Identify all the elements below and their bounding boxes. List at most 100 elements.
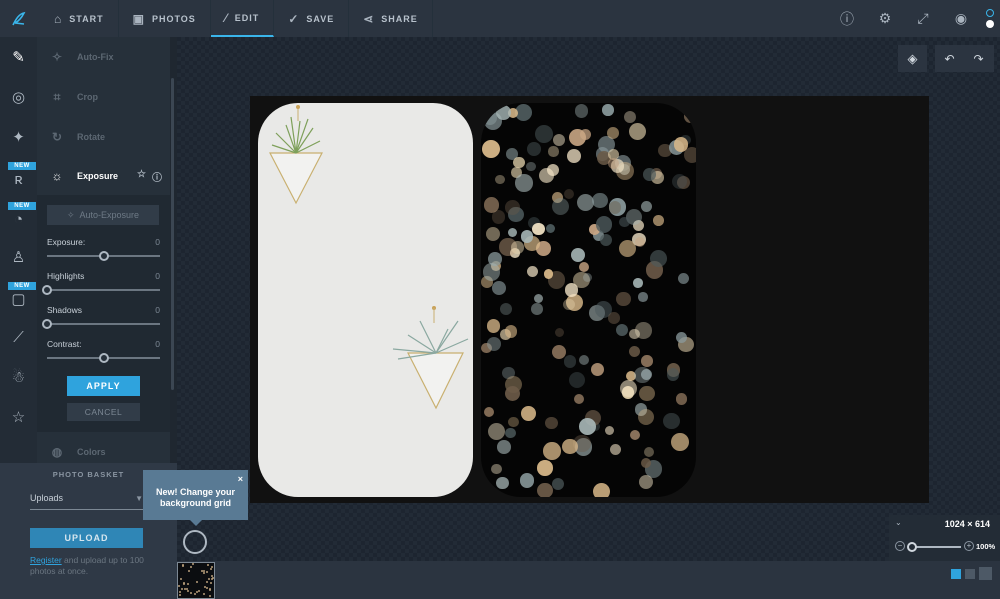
register-prompt: Register and upload up to 100 photos at … [30, 555, 148, 577]
contrast-slider[interactable]: Contrast: 0 [47, 339, 160, 363]
slider-track[interactable] [47, 251, 160, 261]
bokeh-light [578, 417, 596, 435]
account-icon[interactable]: ◉ [942, 10, 980, 27]
bokeh-light [504, 325, 518, 339]
help-icon[interactable]: ⓘ [828, 9, 866, 29]
layers-button[interactable]: ◈ [898, 45, 927, 72]
panel-scrollbar[interactable] [171, 78, 174, 390]
draw-line-icon[interactable]: ⟋ [0, 322, 37, 352]
zoom-in-icon[interactable]: + [964, 541, 974, 551]
thumbnail-speck [181, 565, 184, 568]
bokeh-light [643, 168, 656, 181]
thumbnail-speck [209, 594, 212, 597]
edit-pencil-icon[interactable]: ✎ [0, 42, 37, 72]
slider-knob[interactable] [98, 353, 109, 363]
nav-start[interactable]: ⌂ START [40, 0, 119, 37]
view-medium-icon[interactable] [965, 569, 975, 579]
zoom-slider-track[interactable] [911, 546, 961, 548]
photo-tray [177, 561, 1000, 599]
bokeh-light [543, 269, 554, 279]
thumbnail-speck [209, 567, 212, 570]
bokeh-light [545, 416, 558, 430]
home-icon: ⌂ [54, 11, 63, 26]
shadows-slider[interactable]: Shadows 0 [42, 305, 160, 329]
image-canvas[interactable] [250, 96, 929, 503]
tool-exposure[interactable]: ☼ Exposure ☆ ⓘ [37, 162, 170, 190]
thumbnail-speck [179, 593, 182, 596]
bokeh-light [573, 393, 584, 404]
undo-icon[interactable]: ↶ [935, 45, 964, 72]
nav-edit[interactable]: ⁄ EDIT [210, 0, 275, 37]
bokeh-light [554, 327, 564, 337]
slider-knob[interactable] [42, 319, 52, 329]
bokeh-light [592, 483, 610, 497]
exposure-controls: ✧ Auto-Exposure Exposure: 0 Highlights 0 S… [37, 195, 170, 432]
exposure-slider-value: 0 [155, 237, 160, 247]
bokeh-light [639, 474, 654, 489]
favorites-star-icon[interactable]: ☆ [0, 402, 37, 432]
bokeh-light [535, 125, 554, 144]
thumbnail-speck [210, 582, 213, 585]
nav-photos-label: PHOTOS [151, 13, 196, 24]
stamp-icon[interactable]: ♙ [0, 242, 37, 272]
zoom-slider-knob[interactable] [907, 542, 917, 552]
slider-track[interactable] [47, 353, 160, 363]
favorite-star-icon[interactable]: ☆ [137, 169, 146, 184]
nav-photos[interactable]: ▣ PHOTOS [119, 0, 211, 37]
view-large-icon[interactable] [979, 567, 992, 580]
nav-start-label: START [69, 13, 104, 24]
info-icon[interactable]: ⓘ [152, 169, 162, 184]
bokeh-light [638, 292, 648, 302]
slider-knob[interactable] [98, 251, 109, 261]
nav-share[interactable]: ⋖ SHARE [349, 0, 433, 37]
effects-wand-icon[interactable]: ✦ [0, 122, 37, 152]
slider-knob[interactable] [42, 285, 52, 295]
basket-source-value: Uploads [30, 493, 64, 503]
bokeh-light [486, 336, 502, 352]
bokeh-light [639, 385, 655, 402]
auto-exposure-button[interactable]: ✧ Auto-Exposure [47, 205, 159, 225]
thumbnail-speck [180, 578, 183, 581]
bokeh-light [641, 355, 653, 367]
bokeh-light [641, 201, 653, 213]
settings-gear-icon[interactable]: ⚙ [866, 10, 904, 27]
slider-track[interactable] [42, 285, 160, 295]
photo-thumbnail[interactable] [177, 562, 215, 599]
nav-save[interactable]: ✓ SAVE [274, 0, 350, 37]
redo-icon[interactable]: ↷ [964, 45, 993, 72]
theme-toggle[interactable] [980, 9, 1000, 28]
view-small-icon[interactable] [951, 569, 961, 579]
tool-crop[interactable]: ⌗ Crop [37, 83, 170, 111]
image-dimensions: 1024 × 614 [944, 519, 990, 529]
slider-track[interactable] [42, 319, 160, 329]
tool-auto-fix[interactable]: ✧ Auto-Fix [37, 43, 170, 71]
bokeh-light [609, 443, 621, 455]
bokeh-light [629, 346, 641, 358]
register-link[interactable]: Register [30, 555, 62, 565]
exposure-slider[interactable]: Exposure: 0 [47, 237, 160, 261]
adjust-dial-icon[interactable]: ◎ [0, 82, 37, 112]
seasonal-snowman-icon[interactable]: ☃ [0, 362, 37, 392]
nav-share-label: SHARE [381, 13, 418, 24]
top-right-tools: ⓘ ⚙ ⤢ ◉ [828, 0, 1000, 37]
bokeh-light [563, 298, 575, 311]
fullscreen-icon[interactable]: ⤢ [904, 10, 942, 27]
logo-icon[interactable] [0, 0, 37, 37]
upload-button[interactable]: UPLOAD [30, 528, 143, 548]
tool-colors[interactable]: ◍ Colors [37, 440, 170, 463]
chevron-down-icon[interactable]: ⌄ [895, 518, 902, 527]
bokeh-light [633, 278, 643, 288]
bokeh-light [568, 372, 585, 389]
cancel-button[interactable]: CANCEL [67, 403, 140, 421]
close-icon[interactable]: × [238, 474, 243, 485]
highlights-slider[interactable]: Highlights 0 [42, 271, 160, 295]
basket-source-select[interactable]: Uploads ▼ [30, 493, 143, 510]
background-grid-toggle[interactable] [183, 530, 207, 554]
tool-rotate[interactable]: ↻ Rotate [37, 123, 170, 151]
bokeh-light [521, 230, 534, 243]
zoom-out-icon[interactable]: − [895, 541, 905, 551]
bokeh-light [608, 200, 622, 214]
apply-button[interactable]: APPLY [67, 376, 140, 396]
tool-crop-label: Crop [77, 92, 98, 102]
bokeh-light [630, 429, 641, 440]
